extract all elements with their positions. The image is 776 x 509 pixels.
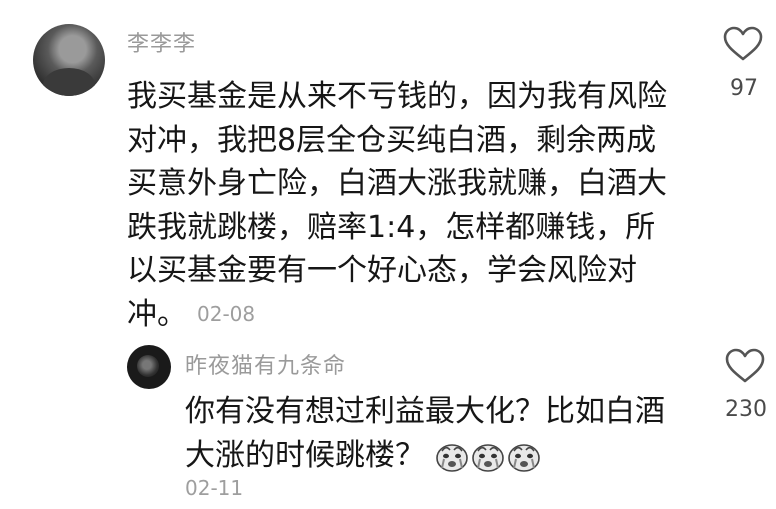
crying-face-icon [436, 443, 468, 472]
like-count: 97 [730, 76, 758, 101]
comment-username[interactable]: 李李李 [127, 26, 196, 58]
reply-like-count: 230 [725, 397, 767, 422]
avatar[interactable] [33, 24, 105, 96]
reply-date: 02-11 [185, 476, 244, 500]
like-heart-icon[interactable] [723, 26, 763, 62]
crying-face-icon [508, 443, 540, 472]
reply-emojis [435, 434, 543, 478]
comment-date: 02-08 [197, 302, 256, 327]
reply-body: 你有没有想过利益最大化？比如白酒大涨的时候跳楼？ [185, 394, 665, 473]
reply-username[interactable]: 昨夜猫有九条命 [185, 348, 346, 380]
reply-avatar[interactable] [127, 345, 171, 389]
like-heart-icon[interactable] [725, 348, 765, 384]
reply-text: 你有没有想过利益最大化？比如白酒大涨的时候跳楼？ [185, 390, 685, 478]
comment-text: 我买基金是从来不亏钱的，因为我有风险对冲，我把8层全仓买纯白酒，剩余两成买意外身… [127, 75, 672, 337]
crying-face-icon [472, 443, 504, 472]
